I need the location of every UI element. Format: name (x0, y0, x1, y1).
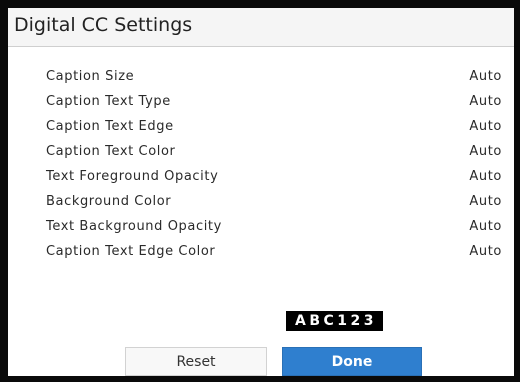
setting-row-text-foreground-opacity[interactable]: Text Foreground Opacity Auto (8, 164, 514, 188)
setting-value[interactable]: Auto (469, 144, 502, 159)
done-button[interactable]: Done (282, 347, 422, 376)
setting-label: Caption Size (46, 69, 135, 84)
setting-row-caption-text-color[interactable]: Caption Text Color Auto (8, 139, 514, 163)
setting-value[interactable]: Auto (469, 244, 502, 259)
setting-row-text-background-opacity[interactable]: Text Background Opacity Auto (8, 214, 514, 238)
setting-label: Text Background Opacity (46, 219, 222, 234)
setting-row-background-color[interactable]: Background Color Auto (8, 189, 514, 213)
setting-value[interactable]: Auto (469, 94, 502, 109)
setting-value[interactable]: Auto (469, 194, 502, 209)
caption-preview: ABC123 (286, 311, 383, 331)
setting-row-caption-text-edge[interactable]: Caption Text Edge Auto (8, 114, 514, 138)
setting-label: Caption Text Edge Color (46, 244, 216, 259)
setting-label: Caption Text Edge (46, 119, 174, 134)
page-title: Digital CC Settings (14, 14, 193, 36)
setting-label: Caption Text Type (46, 94, 171, 109)
setting-label: Background Color (46, 194, 172, 209)
setting-row-caption-size[interactable]: Caption Size Auto (8, 64, 514, 88)
setting-label: Caption Text Color (46, 144, 176, 159)
setting-label: Text Foreground Opacity (46, 169, 219, 184)
settings-list: Caption Size Auto Caption Text Type Auto… (8, 64, 514, 264)
setting-value[interactable]: Auto (469, 169, 502, 184)
setting-value[interactable]: Auto (469, 69, 502, 84)
settings-window: Digital CC Settings Caption Size Auto Ca… (8, 8, 514, 376)
setting-row-caption-text-edge-color[interactable]: Caption Text Edge Color Auto (8, 239, 514, 263)
reset-button[interactable]: Reset (125, 347, 267, 376)
title-bar: Digital CC Settings (8, 8, 514, 47)
setting-value[interactable]: Auto (469, 219, 502, 234)
setting-value[interactable]: Auto (469, 119, 502, 134)
setting-row-caption-text-type[interactable]: Caption Text Type Auto (8, 89, 514, 113)
